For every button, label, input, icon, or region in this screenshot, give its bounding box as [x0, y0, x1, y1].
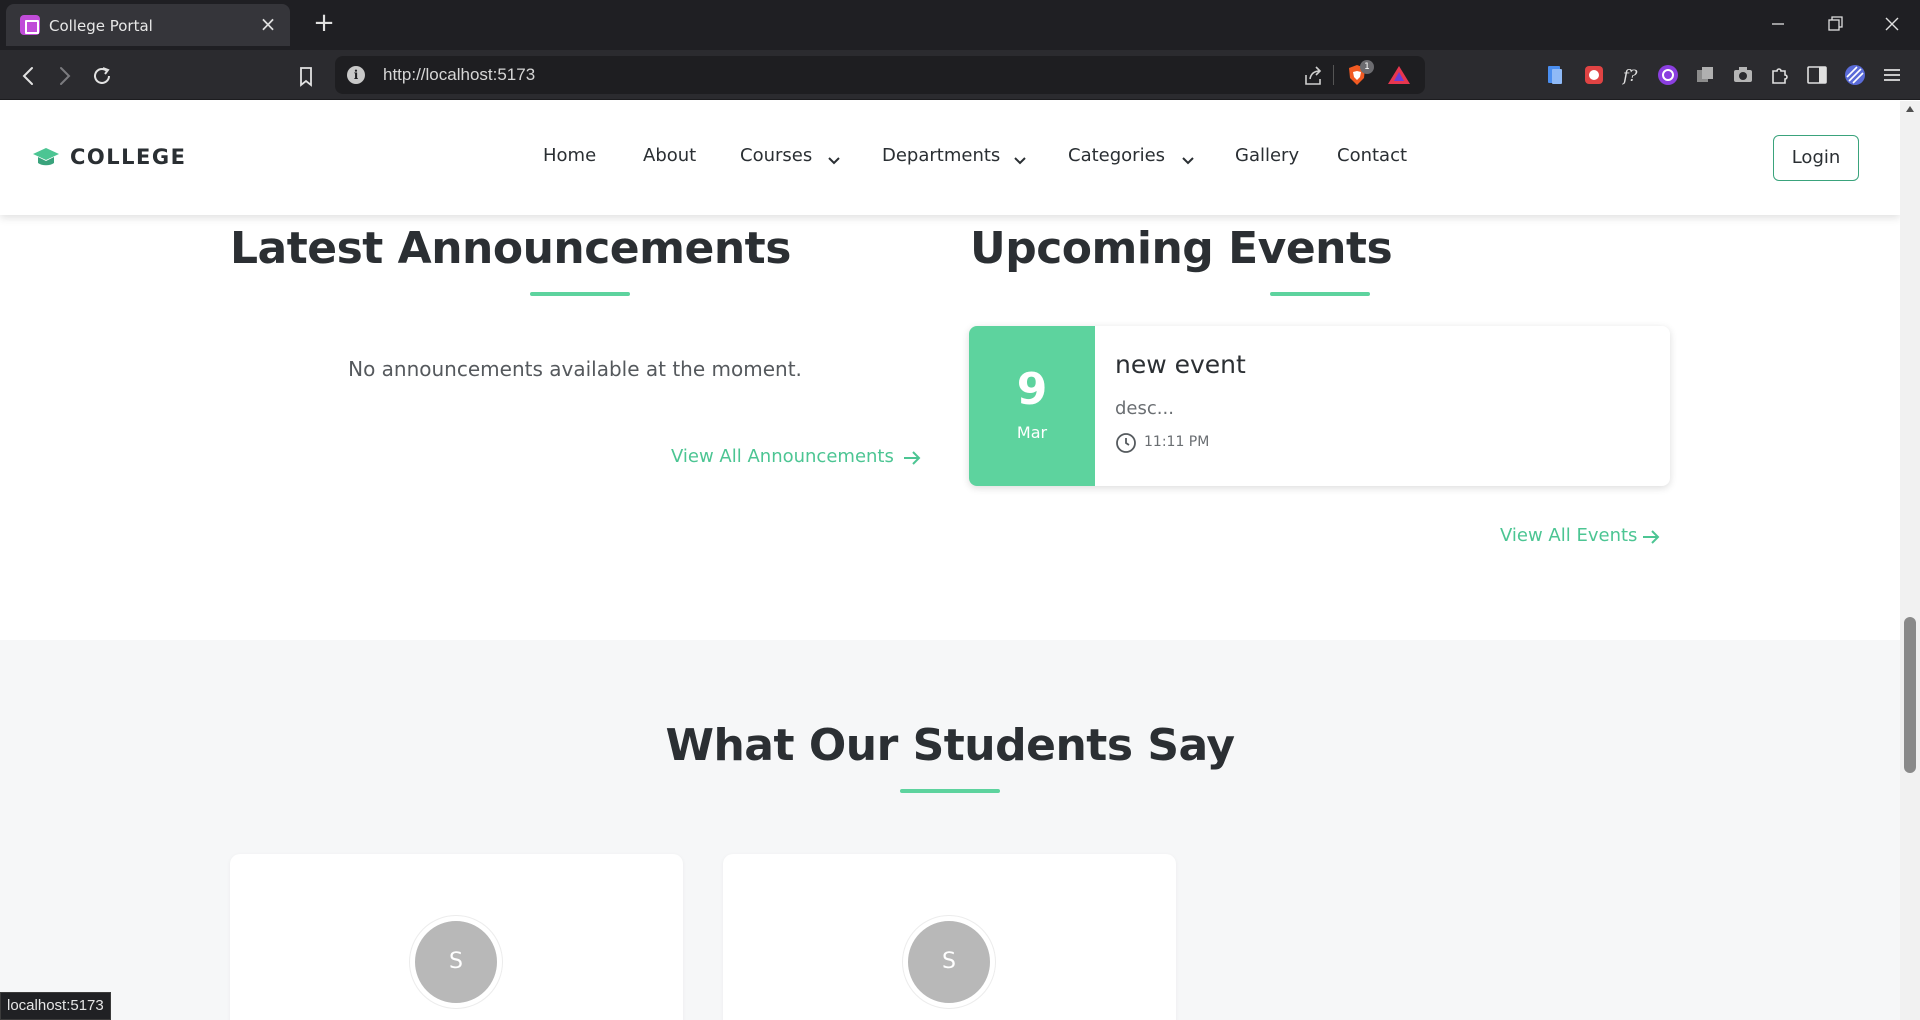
announcements-title-underline [530, 292, 630, 296]
view-all-announcements-link[interactable]: View All Announcements [671, 446, 894, 467]
extension-camera-icon[interactable] [1731, 63, 1755, 87]
nav-about[interactable]: About [643, 145, 696, 166]
avatar: S [903, 916, 995, 1008]
testimonials-section: What Our Students Say S S [0, 640, 1900, 1020]
link-status-tooltip: localhost:5173 [0, 992, 111, 1020]
chevron-down-icon[interactable] [827, 151, 841, 165]
chevron-down-icon[interactable] [1181, 151, 1195, 165]
extension-formula-icon[interactable]: f? [1620, 63, 1644, 87]
clock-icon [1115, 432, 1137, 454]
address-bar[interactable]: i http://localhost:5173 1 [335, 56, 1425, 94]
event-day: 9 [1016, 364, 1048, 415]
event-month: Mar [1016, 423, 1048, 442]
browser-menu-icon[interactable] [1880, 63, 1904, 87]
brave-rewards-icon[interactable] [1387, 64, 1411, 86]
graduation-cap-icon[interactable] [32, 145, 60, 169]
site-logo[interactable]: COLLEGE [70, 145, 186, 169]
announcements-empty-message: No announcements available at the moment… [348, 357, 802, 381]
event-time: 11:11 PM [1144, 434, 1210, 450]
share-icon[interactable] [1302, 65, 1324, 87]
nav-gallery[interactable]: Gallery [1235, 145, 1299, 166]
arrow-right-icon[interactable] [1642, 529, 1660, 545]
extension-stripes-icon[interactable] [1843, 63, 1867, 87]
login-button[interactable]: Login [1773, 135, 1859, 181]
site-header: COLLEGE Home About Courses Departments C… [0, 101, 1900, 215]
arrow-right-icon[interactable] [903, 450, 921, 466]
minimize-window-icon[interactable] [1758, 8, 1798, 40]
browser-tab[interactable]: College Portal × [6, 4, 290, 46]
svg-text:f?: f? [1622, 66, 1638, 85]
events-title: Upcoming Events [970, 223, 1393, 274]
forward-icon[interactable] [49, 60, 81, 92]
testimonial-card: S [230, 854, 683, 1020]
browser-toolbar: i http://localhost:5173 1 f? [0, 50, 1920, 100]
sidebar-toggle-icon[interactable] [1805, 63, 1829, 87]
event-card[interactable]: 9 Mar new event desc... 11:11 PM [969, 326, 1670, 486]
view-all-events-link[interactable]: View All Events [1500, 525, 1637, 546]
extension-purple-icon[interactable] [1656, 63, 1680, 87]
testimonials-title: What Our Students Say [665, 720, 1235, 771]
extensions-puzzle-icon[interactable] [1768, 63, 1792, 87]
close-tab-icon[interactable]: × [256, 12, 280, 36]
site-info-icon[interactable]: i [347, 66, 365, 84]
nav-categories[interactable]: Categories [1068, 145, 1165, 166]
college-favicon-icon [20, 15, 40, 35]
extension-copy-icon[interactable] [1693, 63, 1717, 87]
extension-docs-icon[interactable] [1543, 63, 1567, 87]
reload-icon[interactable] [86, 60, 118, 92]
page-scrollbar[interactable] [1900, 101, 1920, 1020]
back-icon[interactable] [12, 60, 44, 92]
events-title-underline [1270, 292, 1370, 296]
address-bar-divider [1333, 65, 1334, 85]
bookmark-icon[interactable] [290, 60, 322, 92]
url-text[interactable]: http://localhost:5173 [383, 65, 535, 85]
nav-contact[interactable]: Contact [1337, 145, 1407, 166]
tab-title: College Portal [49, 17, 153, 35]
event-description: desc... [1115, 398, 1174, 419]
chevron-down-icon[interactable] [1013, 151, 1027, 165]
shields-count-badge: 1 [1360, 60, 1374, 74]
nav-courses[interactable]: Courses [740, 145, 812, 166]
new-tab-icon[interactable]: + [310, 10, 338, 38]
extension-red-icon[interactable] [1582, 63, 1606, 87]
event-title[interactable]: new event [1115, 350, 1246, 379]
announcements-title: Latest Announcements [230, 223, 791, 274]
browser-tab-strip: College Portal × + [0, 0, 1920, 50]
close-window-icon[interactable] [1872, 8, 1912, 40]
testimonial-card: S [723, 854, 1176, 1020]
web-page: COLLEGE Home About Courses Departments C… [0, 101, 1900, 1020]
scrollbar-thumb[interactable] [1904, 617, 1916, 773]
nav-home[interactable]: Home [543, 145, 596, 166]
testimonials-title-underline [900, 789, 1000, 793]
event-date-block: 9 Mar [969, 326, 1095, 486]
restore-window-icon[interactable] [1814, 8, 1854, 40]
nav-departments[interactable]: Departments [882, 145, 1000, 166]
scroll-up-arrow-icon[interactable] [1906, 106, 1914, 112]
avatar: S [410, 916, 502, 1008]
